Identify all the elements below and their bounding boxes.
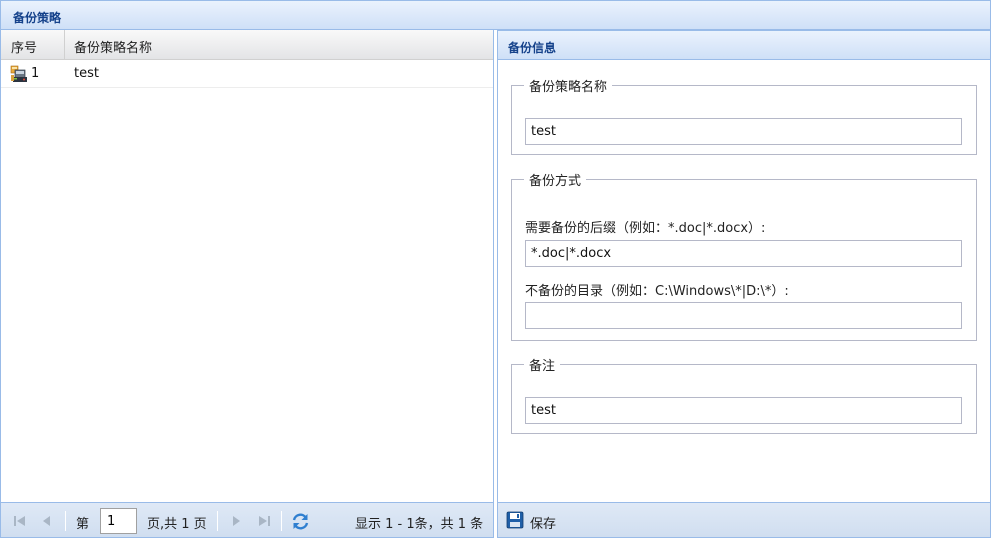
prev-page-icon[interactable]: [39, 513, 55, 529]
policy-grid-panel: 序号 备份策略名称 1 test 第 1 页,共 1 页 显示 1 - 1条，共…: [0, 30, 494, 538]
grid-header: 序号 备份策略名称: [1, 30, 493, 60]
column-header-name[interactable]: 备份策略名称: [65, 30, 493, 59]
remark-input[interactable]: [525, 397, 962, 424]
toolbar-divider: [217, 511, 218, 531]
detail-panel-title: 备份信息: [508, 41, 557, 55]
pagination-toolbar: 第 页,共 1 页 显示 1 - 1条，共 1 条: [1, 502, 493, 537]
row-policy-name: test: [74, 66, 99, 81]
detail-panel-header: 备份信息: [497, 30, 991, 60]
page-prefix-label: 第: [76, 517, 90, 532]
toolbar-divider: [65, 511, 66, 531]
page-number-input[interactable]: [100, 508, 137, 534]
save-button[interactable]: 保存: [506, 510, 556, 532]
toolbar-divider: [281, 511, 282, 531]
page-count-label: 页,共 1 页: [147, 517, 207, 532]
remark-legend: 备注: [529, 359, 556, 374]
detail-toolbar: 保存: [498, 502, 990, 537]
policy-name-fieldset: 备份策略名称: [511, 76, 977, 155]
pagination-summary: 显示 1 - 1条，共 1 条: [355, 517, 484, 532]
policy-detail-panel: 备份信息 备份策略名称 备份方式 需要备份的后缀（例如：*.doc|*.docx…: [497, 30, 991, 538]
suffix-label: 需要备份的后缀（例如：*.doc|*.docx）:: [525, 221, 766, 236]
policy-name-legend: 备份策略名称: [529, 80, 608, 95]
policy-icon: [10, 65, 30, 83]
top-panel-header: 备份策略: [0, 0, 991, 30]
table-row[interactable]: 1 test: [1, 60, 493, 88]
column-header-index[interactable]: 序号: [1, 30, 65, 59]
grid-body: 1 test: [1, 60, 493, 501]
backup-method-legend: 备份方式: [529, 174, 582, 189]
refresh-icon[interactable]: [291, 512, 310, 531]
exclude-dir-input[interactable]: [525, 302, 962, 329]
suffix-input[interactable]: [525, 240, 962, 267]
top-panel-title: 备份策略: [13, 11, 62, 25]
last-page-icon[interactable]: [256, 513, 272, 529]
save-button-label: 保存: [530, 517, 557, 532]
policy-name-input[interactable]: [525, 118, 962, 145]
row-index: 1: [31, 66, 40, 81]
remark-fieldset: 备注: [511, 355, 977, 434]
exclude-dir-label: 不备份的目录（例如：C:\Windows\*|D:\*）:: [525, 284, 789, 299]
backup-method-fieldset: 备份方式 需要备份的后缀（例如：*.doc|*.docx）: 不备份的目录（例如…: [511, 170, 977, 341]
next-page-icon[interactable]: [228, 513, 244, 529]
save-disk-icon: [506, 511, 524, 529]
first-page-icon[interactable]: [12, 513, 28, 529]
